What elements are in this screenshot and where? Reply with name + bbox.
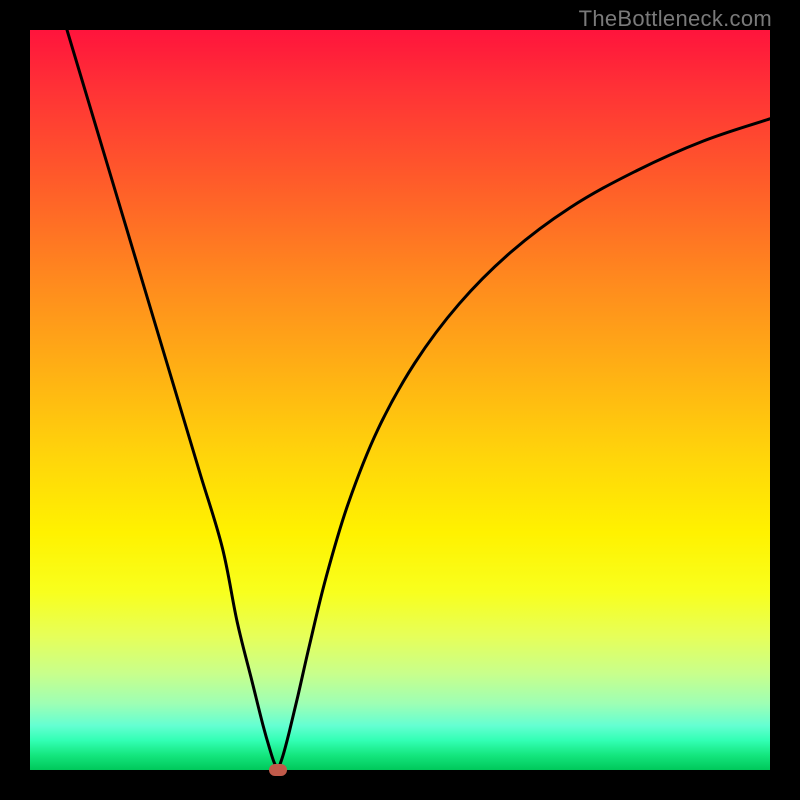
chart-frame: TheBottleneck.com [0, 0, 800, 800]
watermark-text: TheBottleneck.com [579, 6, 772, 32]
plot-area [30, 30, 770, 770]
min-point-marker [269, 764, 287, 776]
